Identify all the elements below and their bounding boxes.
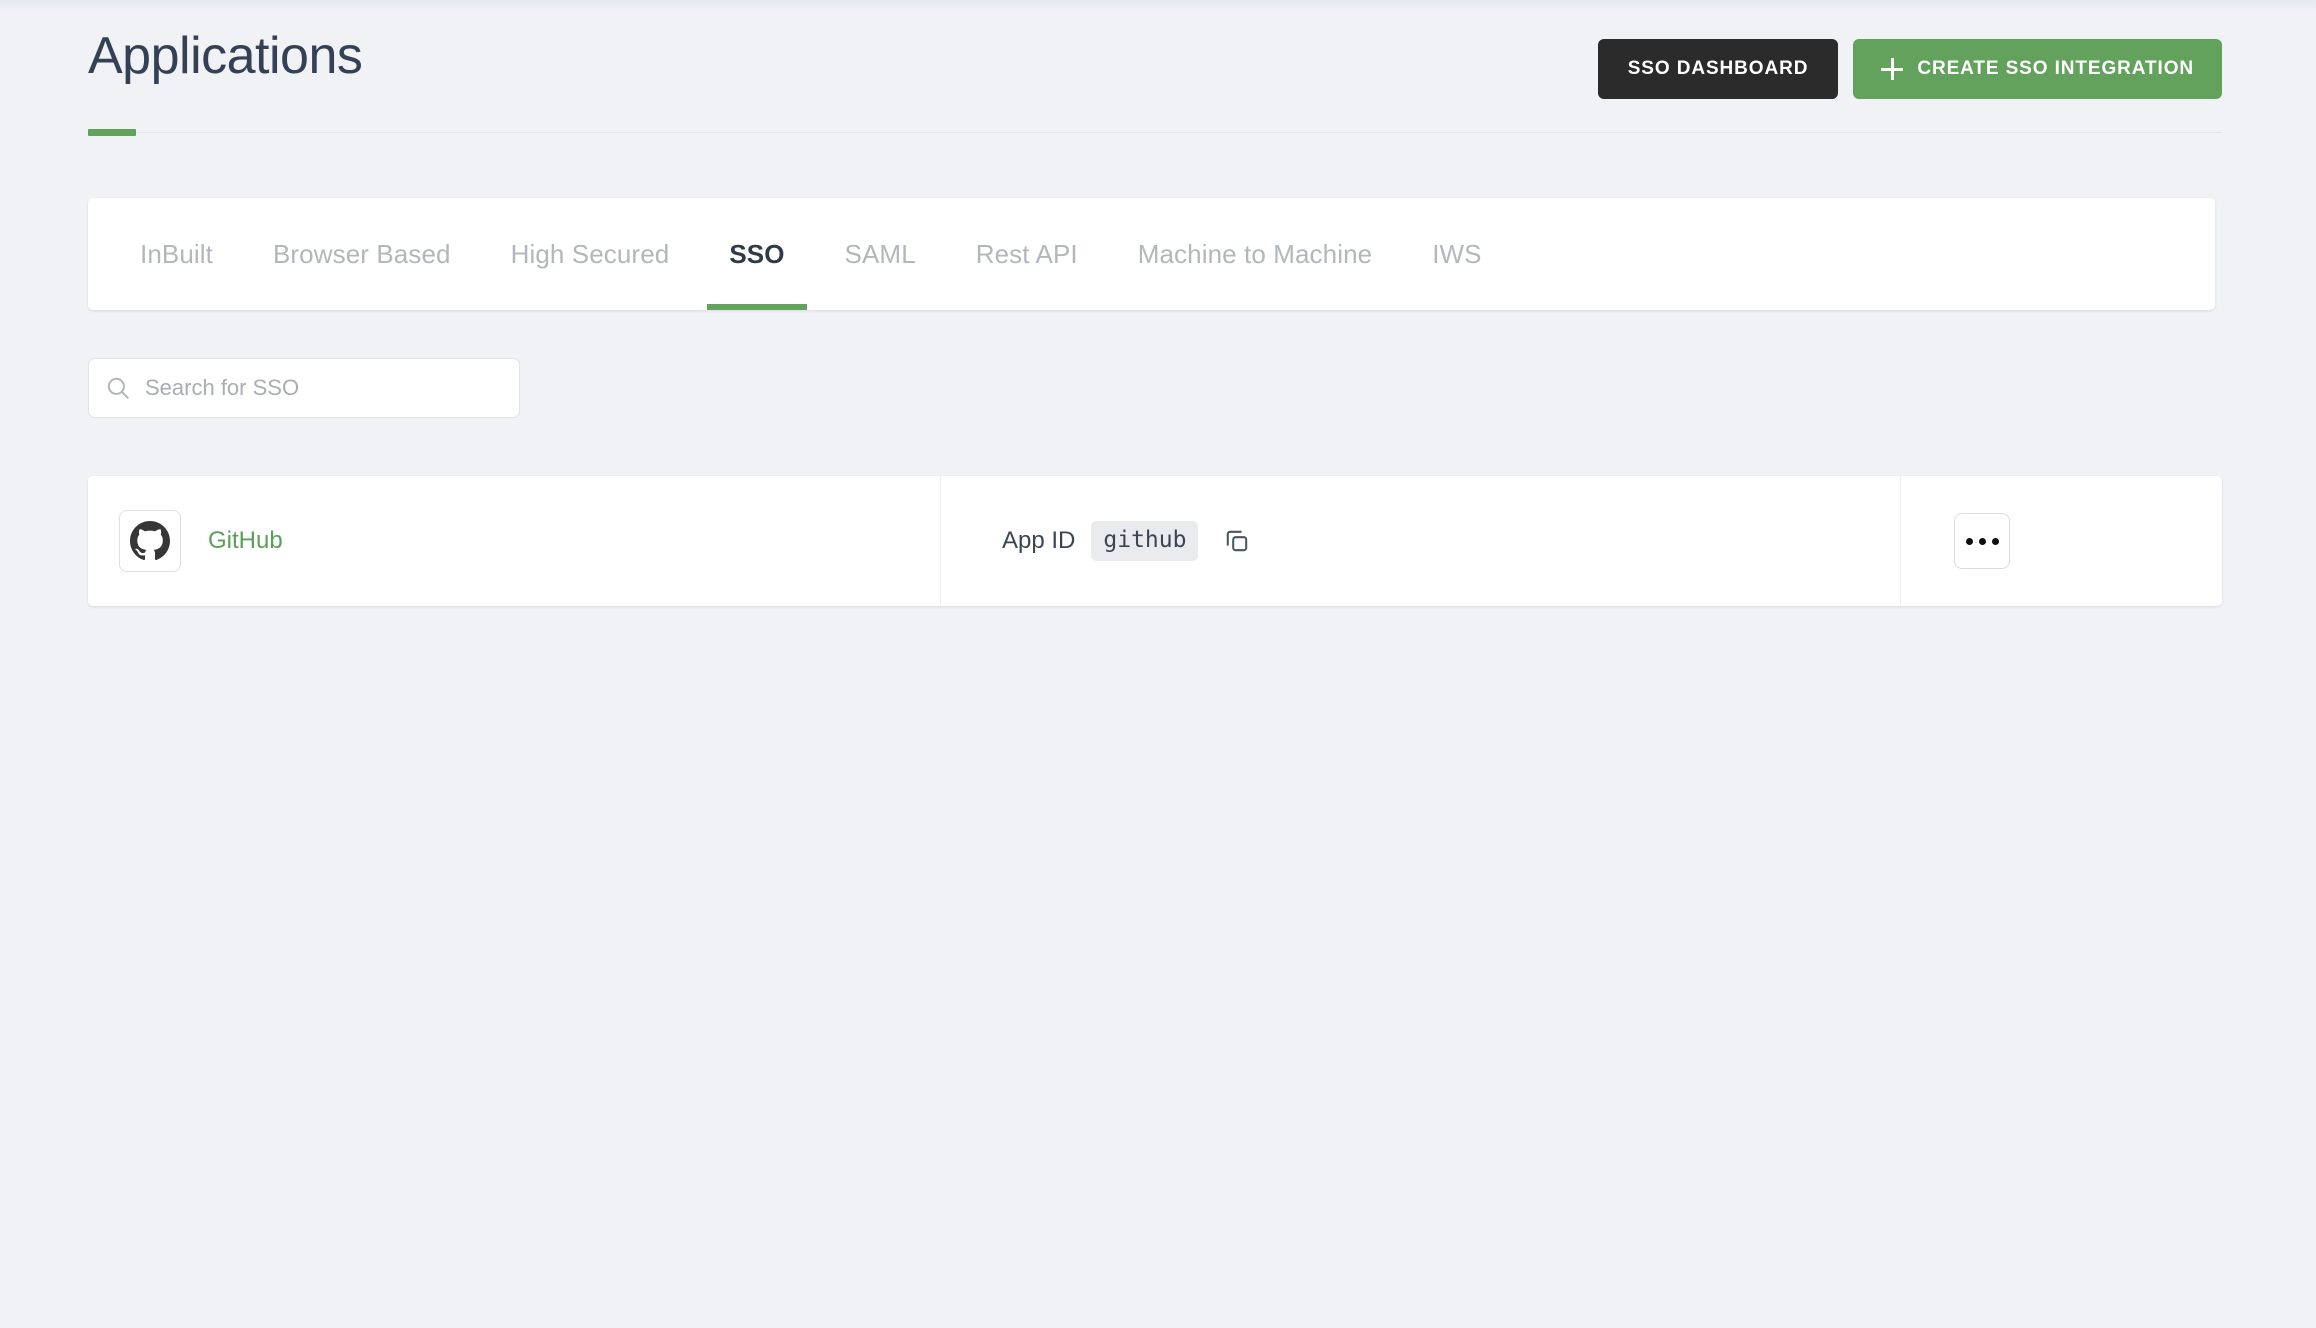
tab-label: SAML bbox=[844, 238, 916, 269]
application-name-link[interactable]: GitHub bbox=[208, 527, 283, 555]
search-icon bbox=[107, 377, 129, 399]
copy-icon bbox=[1227, 530, 1248, 552]
app-id-label: App ID bbox=[1002, 527, 1076, 554]
ellipsis-icon bbox=[1978, 537, 1986, 545]
top-edge-shade bbox=[0, 0, 2316, 14]
header-actions: SSO DASHBOARD CREATE SSO INTEGRATION bbox=[1597, 22, 2222, 99]
tab-iws[interactable]: IWS bbox=[1402, 198, 1511, 310]
create-sso-integration-button[interactable]: CREATE SSO INTEGRATION bbox=[1853, 39, 2222, 99]
plus-icon bbox=[1881, 58, 1904, 80]
ellipsis-icon bbox=[1991, 537, 1999, 545]
app-id-value: github bbox=[1091, 521, 1199, 561]
tab-sso[interactable]: SSO bbox=[699, 198, 814, 310]
applications-table: GitHub App ID github bbox=[88, 476, 2222, 606]
sso-dashboard-button-label: SSO DASHBOARD bbox=[1627, 58, 1809, 79]
cell-app-id: App ID github bbox=[941, 476, 1901, 606]
cell-application-name: GitHub bbox=[88, 476, 941, 606]
page-title: Applications bbox=[88, 27, 363, 85]
ellipsis-icon bbox=[1965, 537, 1973, 545]
tab-label: Machine to Machine bbox=[1137, 238, 1373, 269]
tab-label: Rest API bbox=[975, 238, 1078, 269]
row-menu-button[interactable] bbox=[1954, 513, 2010, 569]
tab-saml[interactable]: SAML bbox=[815, 198, 946, 310]
tab-machine-to-machine[interactable]: Machine to Machine bbox=[1108, 198, 1402, 310]
search-box[interactable] bbox=[88, 358, 520, 418]
copy-app-id-button[interactable] bbox=[1220, 524, 1254, 558]
cell-row-actions bbox=[1901, 476, 2222, 606]
tab-browser-based[interactable]: Browser Based bbox=[243, 198, 481, 310]
tab-label: SSO bbox=[729, 238, 785, 269]
tab-label: IWS bbox=[1432, 238, 1482, 269]
tab-inbuilt[interactable]: InBuilt bbox=[110, 198, 243, 310]
page-header: Applications SSO DASHBOARD CREATE SSO IN… bbox=[88, 22, 2222, 144]
title-underline-rule bbox=[88, 129, 2222, 136]
header-row: Applications SSO DASHBOARD CREATE SSO IN… bbox=[88, 22, 2222, 122]
tab-rest-api[interactable]: Rest API bbox=[946, 198, 1108, 310]
sso-dashboard-button[interactable]: SSO DASHBOARD bbox=[1597, 39, 1839, 99]
app-logo-container bbox=[119, 510, 181, 572]
tab-label: Browser Based bbox=[272, 238, 451, 269]
tab-label: High Secured bbox=[510, 238, 670, 269]
table-row[interactable]: GitHub App ID github bbox=[88, 476, 2222, 606]
github-icon bbox=[130, 521, 170, 561]
tab-label: InBuilt bbox=[140, 238, 213, 269]
create-sso-integration-button-label: CREATE SSO INTEGRATION bbox=[1917, 58, 2194, 79]
tab-bar: InBuilt Browser Based High Secured SSO S… bbox=[88, 198, 2215, 310]
search-input[interactable] bbox=[145, 375, 503, 401]
tab-high-secured[interactable]: High Secured bbox=[481, 198, 700, 310]
